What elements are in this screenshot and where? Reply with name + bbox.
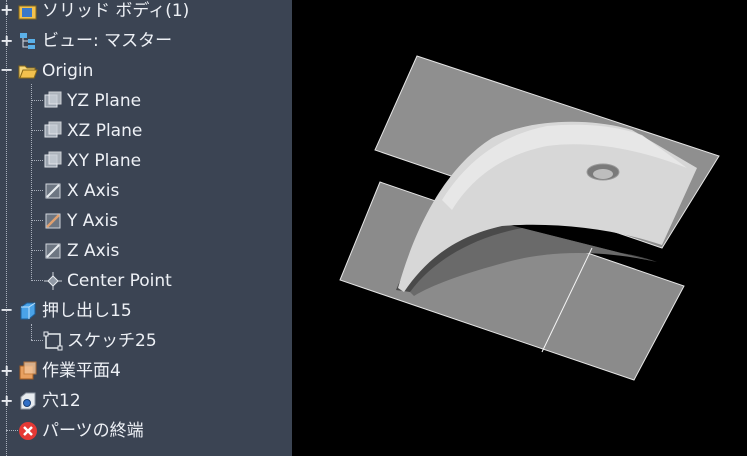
browser-item-center-point[interactable]: Center Point xyxy=(43,266,172,296)
browser-item-label: パーツの終端 xyxy=(42,421,144,441)
browser-item-label: 穴12 xyxy=(42,391,81,411)
tree-line xyxy=(31,220,43,221)
expand-toggle[interactable]: + xyxy=(0,0,13,19)
browser-item-extrude15[interactable]: 押し出し15 xyxy=(18,296,132,326)
expand-toggle[interactable]: + xyxy=(0,31,13,50)
hole-icon xyxy=(18,391,38,411)
browser-item-label: XY Plane xyxy=(67,151,142,171)
axis-icon xyxy=(43,211,63,231)
work-plane-icon xyxy=(18,361,38,381)
end-of-part-icon xyxy=(18,421,38,441)
browser-item-label: XZ Plane xyxy=(67,121,143,141)
browser-item-z-axis[interactable]: Z Axis xyxy=(43,236,119,266)
tree-line xyxy=(31,100,43,101)
tree-line xyxy=(31,324,32,340)
extrude-icon xyxy=(18,301,38,321)
plane-icon xyxy=(43,121,63,141)
browser-item-end-of-part[interactable]: パーツの終端 xyxy=(18,416,144,446)
solid-body-folder-icon xyxy=(18,1,38,21)
browser-item-label: 押し出し15 xyxy=(42,301,132,321)
tree-line xyxy=(31,130,43,131)
browser-item-label: Z Axis xyxy=(67,241,120,261)
browser-item-label: Y Axis xyxy=(67,211,119,231)
graphics-viewport[interactable] xyxy=(292,0,747,456)
tree-line xyxy=(31,190,43,191)
expand-toggle[interactable]: + xyxy=(0,391,13,410)
view-tree-icon xyxy=(18,31,38,51)
browser-item-xy-plane[interactable]: XY Plane xyxy=(43,146,141,176)
browser-item-label: YZ Plane xyxy=(67,91,142,111)
browser-item-origin[interactable]: Origin xyxy=(18,56,93,86)
plane-icon xyxy=(43,91,63,111)
center-point-icon xyxy=(43,271,63,291)
browser-item-label: ビュー: マスター xyxy=(42,31,173,51)
browser-item-hole12[interactable]: 穴12 xyxy=(18,386,81,416)
browser-item-label: Center Point xyxy=(67,271,172,291)
axis-icon xyxy=(43,241,63,261)
expand-toggle[interactable]: + xyxy=(0,361,13,380)
tree-line xyxy=(31,280,43,281)
collapse-toggle[interactable]: − xyxy=(0,60,13,79)
browser-item-y-axis[interactable]: Y Axis xyxy=(43,206,118,236)
hole-bottom xyxy=(593,169,613,179)
browser-item-work-plane4[interactable]: 作業平面4 xyxy=(18,356,121,386)
model-3d-view xyxy=(339,55,720,381)
tree-line xyxy=(31,340,43,341)
browser-item-label: Origin xyxy=(42,61,94,81)
browser-item-yz-plane[interactable]: YZ Plane xyxy=(43,86,141,116)
browser-item-x-axis[interactable]: X Axis xyxy=(43,176,119,206)
browser-item-label: ソリッド ボディ(1) xyxy=(42,1,190,21)
sketch-icon xyxy=(43,331,63,351)
model-browser[interactable]: + ソリッド ボディ(1) + ビュー: マスター − Origin YZ Pl… xyxy=(0,0,292,456)
tree-line xyxy=(31,160,43,161)
browser-item-label: 作業平面4 xyxy=(42,361,121,381)
tree-line xyxy=(6,430,18,431)
browser-item-sketch25[interactable]: スケッチ25 xyxy=(43,326,157,356)
open-folder-icon xyxy=(18,61,38,81)
tree-line xyxy=(31,250,43,251)
collapse-toggle[interactable]: − xyxy=(0,300,13,319)
plane-icon xyxy=(43,151,63,171)
browser-item-solid-bodies[interactable]: ソリッド ボディ(1) xyxy=(18,0,189,26)
axis-icon xyxy=(43,181,63,201)
browser-item-view-master[interactable]: ビュー: マスター xyxy=(18,26,172,56)
application-window: + ソリッド ボディ(1) + ビュー: マスター − Origin YZ Pl… xyxy=(0,0,747,456)
browser-item-xz-plane[interactable]: XZ Plane xyxy=(43,116,142,146)
browser-item-label: X Axis xyxy=(67,181,120,201)
browser-item-label: スケッチ25 xyxy=(67,331,157,351)
